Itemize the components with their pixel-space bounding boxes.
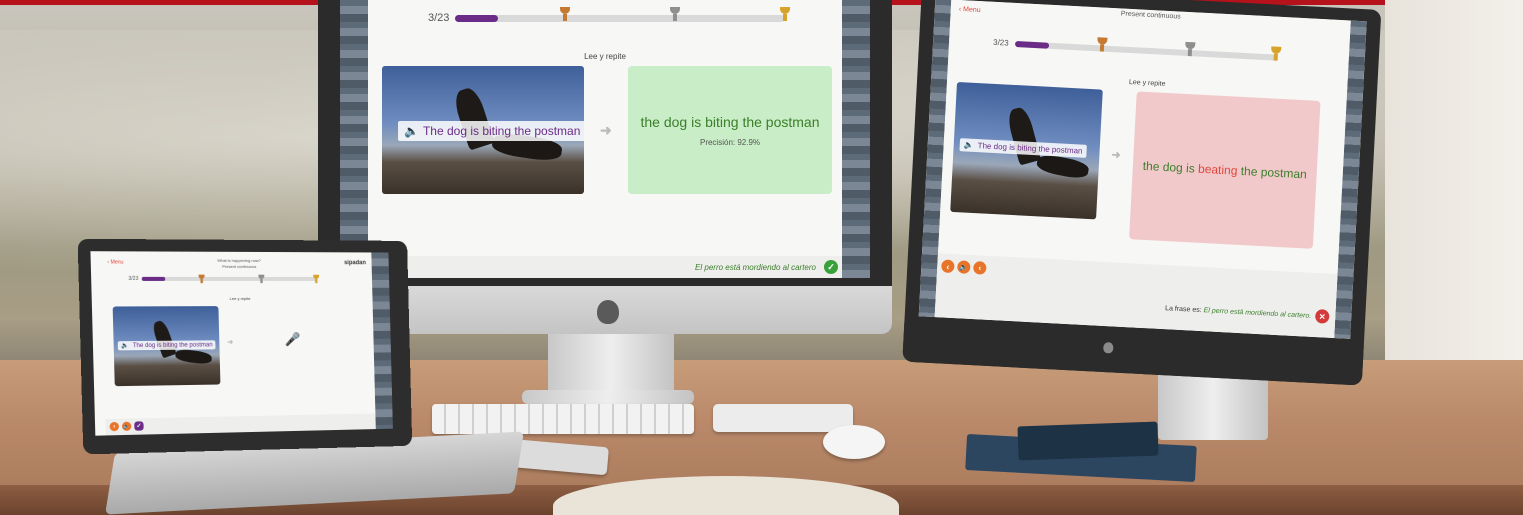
feedback-prefix: La frase es:: [1164, 305, 1202, 315]
progress-count: 3/23: [428, 12, 450, 24]
result-wrong-word: beating: [1197, 161, 1238, 178]
speaker-icon[interactable]: 🔈: [121, 342, 129, 349]
listen-button[interactable]: 🔈: [121, 421, 132, 431]
right-app: ‹ Menu Present continuous 3/23 Lee y rep…: [934, 0, 1351, 339]
result-start: the dog is: [1142, 158, 1196, 176]
photo-person: [1005, 105, 1042, 166]
exercise-photo: 🔈 The dog is biting the postman: [112, 306, 221, 387]
check-icon: ✓: [136, 423, 142, 430]
sipadan-logo: sipadan: [344, 260, 366, 267]
apple-logo-icon: [597, 300, 619, 324]
center-progress: 3/23: [428, 6, 791, 24]
right-progress: 3/23: [993, 38, 1277, 62]
photo-scene: 3/23 Lee y repite 🔈 The dog is biting th…: [0, 0, 1523, 515]
photo-person: [150, 319, 177, 359]
caption-text: The dog is biting the postman: [132, 341, 213, 349]
laptop-progress: 3/23: [128, 276, 317, 282]
check-button[interactable]: ✓: [824, 260, 838, 274]
listen-button[interactable]: 🔈: [957, 260, 971, 274]
progress-fill: [455, 14, 499, 22]
lesson-title: Present continuous: [1120, 10, 1181, 21]
right-feedback: La frase es: El perro está mordiendo al …: [1165, 305, 1311, 320]
trackpad: [713, 404, 853, 432]
trophy-silver-icon: [258, 275, 264, 283]
feedback-sentence: El perro está mordiendo al cartero: [695, 263, 816, 272]
progress-count: 3/23: [992, 37, 1009, 48]
photo-caption[interactable]: 🔈 The dog is biting the postman: [117, 340, 216, 351]
back-icon: ‹: [113, 423, 116, 430]
exercise-photo: 🔈 The dog is biting the postman: [382, 66, 584, 194]
city-window-left: [340, 0, 370, 278]
trophy-silver-icon: [1184, 41, 1195, 56]
apple-logo-right-icon: [1103, 341, 1114, 354]
trophy-silver-icon: [670, 6, 681, 21]
instruction-label: Lee y repite: [229, 295, 251, 302]
lesson-subtitle: Present continuous: [222, 263, 257, 269]
laptop-screen: ‹ Menu What is happening now? Present co…: [90, 251, 393, 436]
center-imac-foot: [522, 390, 694, 404]
city-window-right: [840, 0, 870, 278]
notebook-top: [1017, 421, 1159, 461]
trophy-gold-icon: [780, 6, 791, 21]
arrow-right-icon: ➜: [600, 122, 612, 138]
trophy-bronze-icon: [1096, 37, 1107, 52]
result-sentence: the dog is beating the postman: [1142, 159, 1307, 182]
result-panel-correct: the dog is biting the postman Precisión:…: [628, 66, 832, 194]
back-icon: ‹: [946, 261, 950, 272]
trophy-bronze-icon: [198, 275, 204, 283]
progress-track: [1014, 37, 1277, 61]
close-icon: ✕: [1318, 311, 1326, 322]
right-imac: ‹ Menu Present continuous 3/23 Lee y rep…: [902, 0, 1382, 386]
close-button[interactable]: ✕: [1314, 309, 1330, 324]
center-feedback: El perro está mordiendo al cartero: [695, 263, 816, 272]
right-screen: ‹ Menu Present continuous 3/23 Lee y rep…: [918, 0, 1367, 339]
help-button[interactable]: ‹: [972, 261, 987, 275]
photo-caption[interactable]: 🔈 The dog is biting the postman: [398, 121, 584, 141]
audio-icon: 🔈: [123, 423, 130, 430]
trophy-gold-icon: [1270, 46, 1281, 61]
lesson-title: What is happening now?: [217, 257, 261, 263]
progress-track: [455, 6, 791, 22]
trophy-gold-icon: [313, 275, 319, 283]
caption-text: The dog is biting the postman: [422, 124, 581, 138]
record-button[interactable]: ✓: [134, 421, 144, 431]
arrow-right-icon: ➜: [1111, 149, 1121, 162]
back-button[interactable]: ‹: [109, 421, 120, 432]
back-button[interactable]: ‹: [941, 259, 955, 274]
center-footer: ‹ 🔈 El perro está mordiendo al cartero ✓: [368, 256, 842, 278]
progress-fill: [1014, 40, 1049, 49]
progress-track: [141, 275, 319, 283]
speaker-icon[interactable]: 🔈: [404, 124, 419, 138]
arrow-right-icon: ➜: [227, 339, 234, 347]
center-imac-stand: [548, 330, 674, 398]
instruction-label: Lee y repite: [584, 52, 626, 61]
microphone-button[interactable]: 🎤: [284, 332, 300, 348]
speaker-icon[interactable]: 🔈: [964, 140, 974, 150]
laptop-footer: ‹ 🔈 ✓: [105, 413, 376, 436]
feedback-sentence: El perro está mordiendo al cartero.: [1203, 307, 1312, 320]
laptop: ‹ Menu What is happening now? Present co…: [77, 238, 413, 455]
progress-count: 3/23: [128, 275, 139, 282]
result-end: the postman: [1240, 163, 1308, 182]
center-screen: 3/23 Lee y repite 🔈 The dog is biting th…: [340, 0, 870, 278]
audio-icon: 🔈: [959, 263, 969, 272]
keyboard: [432, 404, 694, 434]
caption-text: The dog is biting the postman: [977, 141, 1083, 156]
trophy-bronze-icon: [560, 6, 571, 21]
center-app: 3/23 Lee y repite 🔈 The dog is biting th…: [368, 0, 842, 278]
result-panel-wrong: the dog is beating the postman: [1129, 91, 1321, 249]
help-icon: ‹: [978, 263, 982, 273]
microphone-icon: 🎤: [284, 331, 301, 347]
photo-dog: [174, 348, 213, 365]
precision-score: Precisión: 92.9%: [699, 137, 761, 147]
check-icon: ✓: [827, 261, 835, 272]
mouse: [823, 425, 885, 459]
wall-right: [1385, 0, 1523, 380]
laptop-app: ‹ Menu What is happening now? Present co…: [100, 251, 376, 436]
result-sentence: the dog is biting the postman: [640, 113, 820, 130]
progress-fill: [141, 276, 165, 281]
exercise-photo: 🔈 The dog is biting the postman: [950, 81, 1103, 220]
